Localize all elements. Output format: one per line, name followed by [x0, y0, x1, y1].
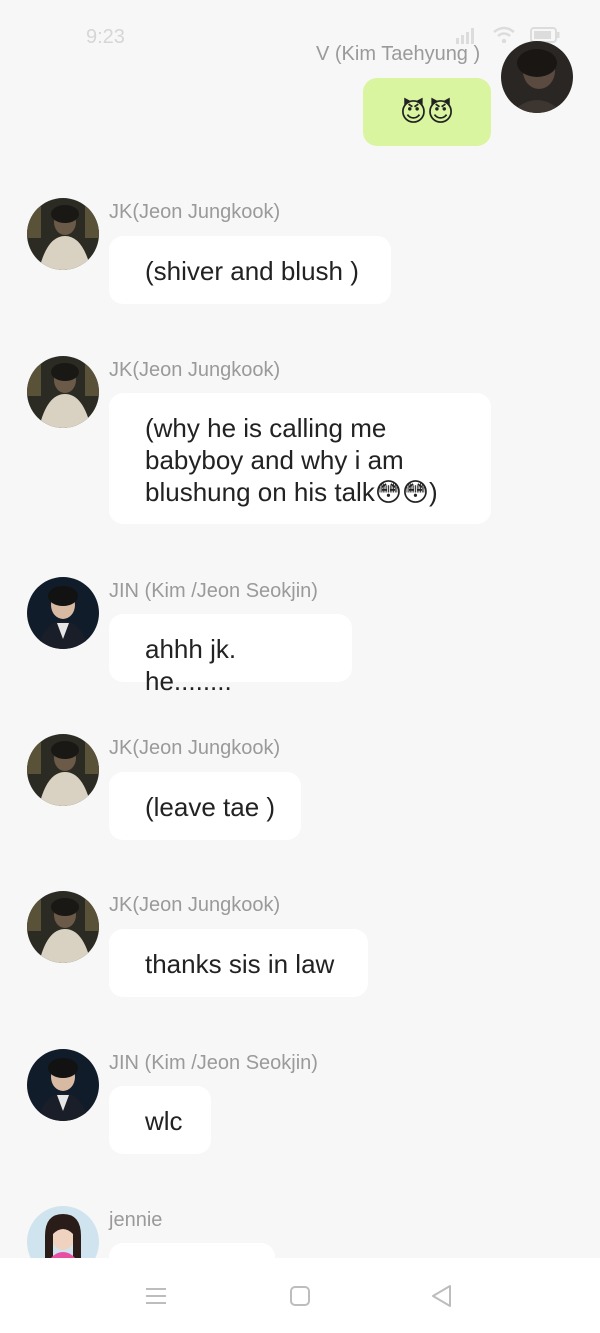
taehyung-avatar[interactable]	[501, 41, 573, 113]
jungkook-avatar[interactable]	[27, 356, 99, 428]
message-bubble[interactable]: thanks sis in law	[109, 929, 368, 997]
message-bubble[interactable]: (why he is calling me babyboy and why i …	[109, 393, 491, 524]
message-bubble[interactable]: ahhh jk. he........	[109, 614, 352, 696]
message-bubble[interactable]: (leave tae )	[109, 772, 301, 840]
menu-icon[interactable]	[140, 1280, 172, 1312]
jennie-avatar[interactable]	[27, 1206, 99, 1258]
jungkook-avatar[interactable]	[27, 734, 99, 806]
jin-avatar[interactable]	[27, 1049, 99, 1121]
jungkook-avatar[interactable]	[27, 198, 99, 270]
chat-area[interactable]: V (Kim Taehyung ) 😈😈 JK(Jeon Jungkook) (…	[0, 0, 600, 1258]
sender-name: JK(Jeon Jungkook)	[109, 894, 281, 916]
sender-name: JK(Jeon Jungkook)	[109, 737, 281, 759]
home-square-icon[interactable]	[284, 1280, 316, 1312]
sender-name: V (Kim Taehyung )	[316, 43, 481, 65]
sender-name: JIN (Kim /Jeon Seokjin)	[109, 580, 318, 602]
jungkook-avatar[interactable]	[27, 891, 99, 963]
message-bubble[interactable]	[109, 1243, 275, 1258]
sender-name: JK(Jeon Jungkook)	[109, 359, 281, 381]
message-bubble[interactable]: 😈😈	[363, 78, 491, 146]
message-bubble[interactable]: wlc	[109, 1086, 211, 1154]
message-bubble[interactable]: (shiver and blush )	[109, 236, 391, 304]
back-triangle-icon[interactable]	[426, 1280, 458, 1312]
sender-name: jennie	[109, 1209, 163, 1231]
sender-name: JIN (Kim /Jeon Seokjin)	[109, 1052, 318, 1074]
jin-avatar[interactable]	[27, 577, 99, 649]
sender-name: JK(Jeon Jungkook)	[109, 201, 281, 223]
navigation-bar	[0, 1258, 600, 1333]
